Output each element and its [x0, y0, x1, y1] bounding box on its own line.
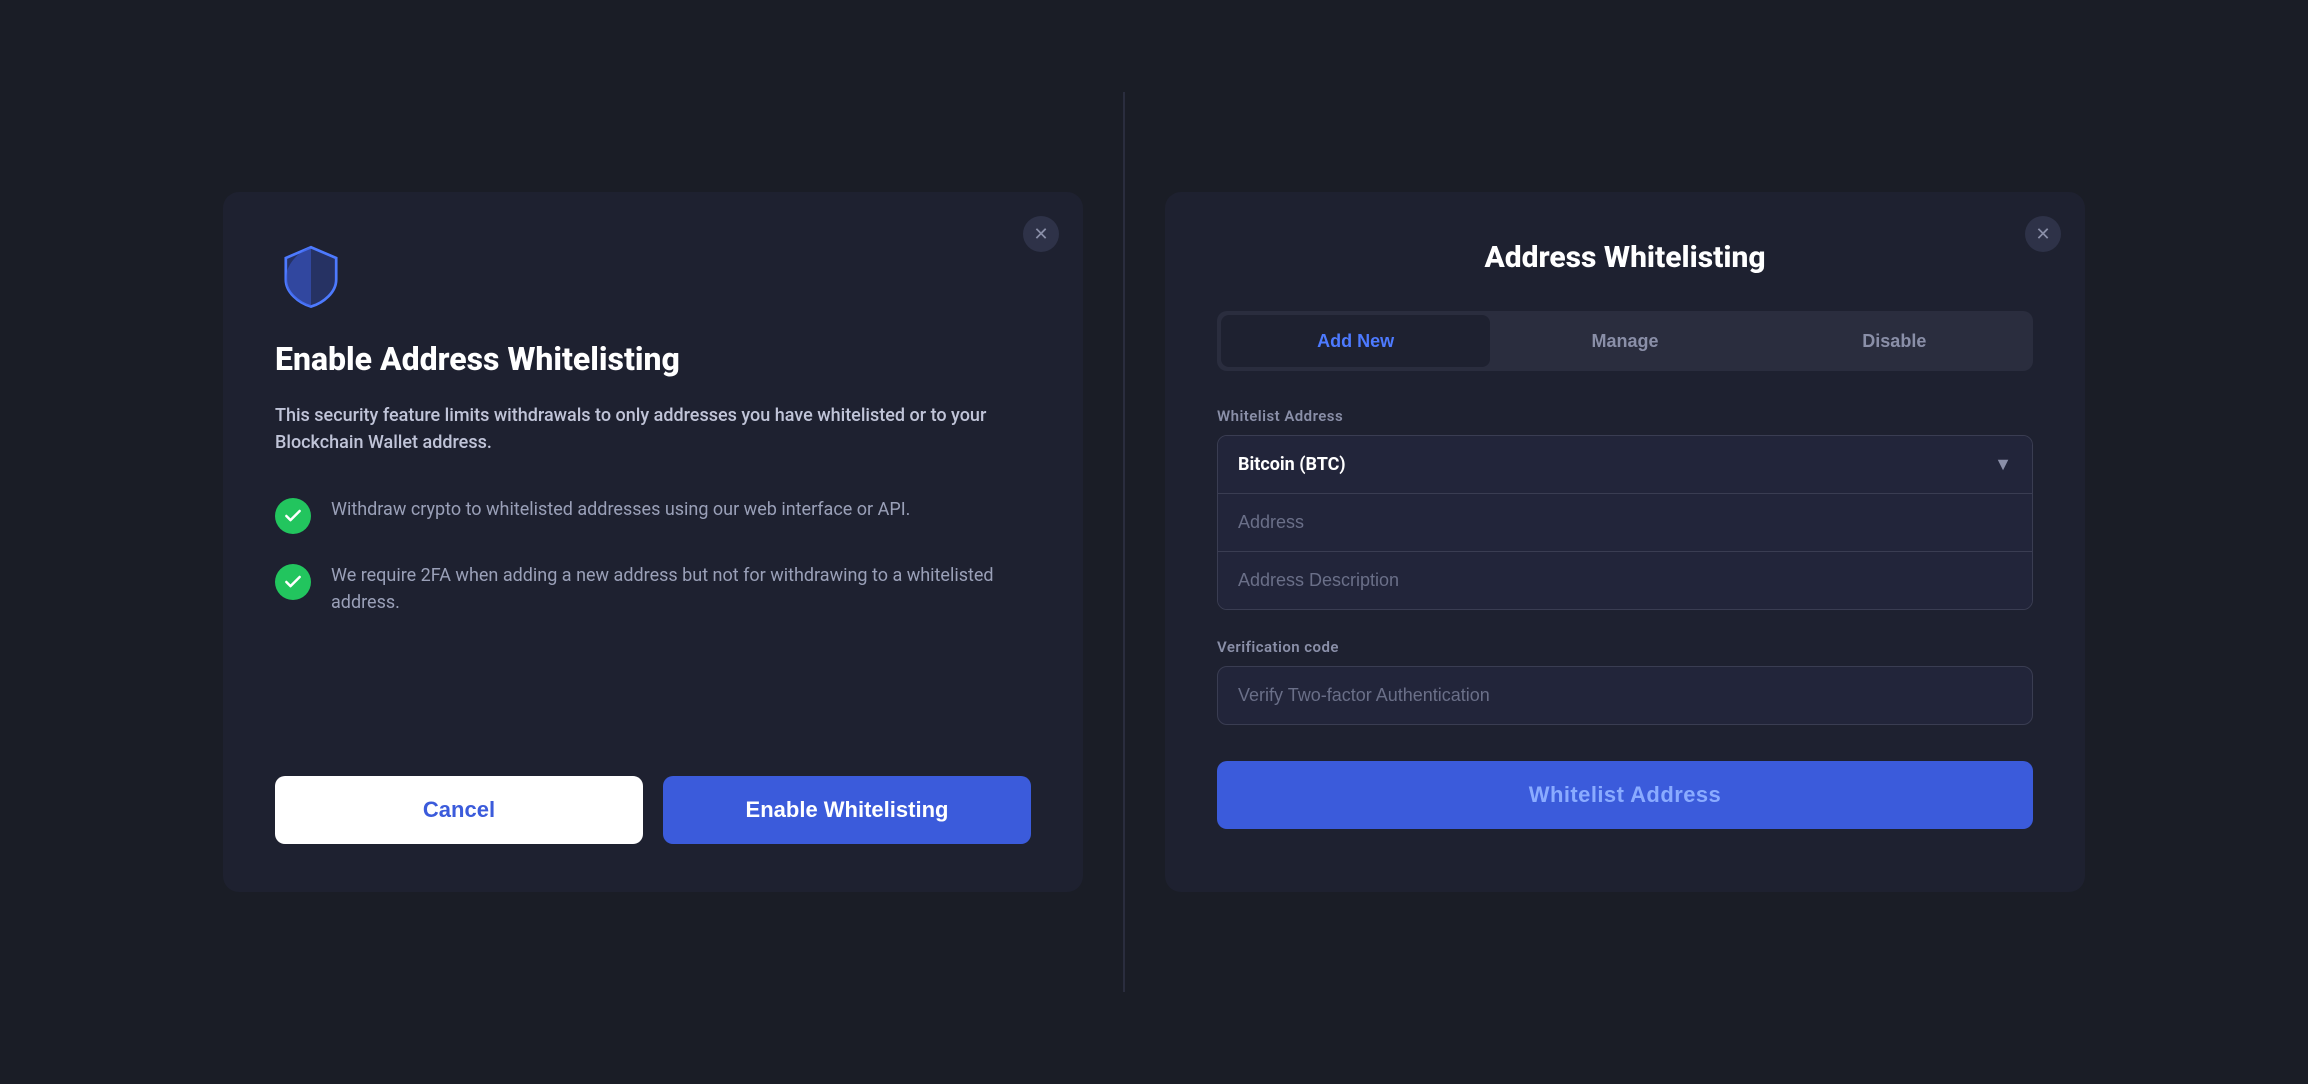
address-form-group: Bitcoin (BTC) ▼ — [1217, 435, 2033, 610]
verification-code-input[interactable] — [1238, 685, 2012, 706]
tab-manage[interactable]: Manage — [1490, 315, 1759, 367]
tab-bar: Add New Manage Disable — [1217, 311, 2033, 371]
currency-select[interactable]: Bitcoin (BTC) ▼ — [1218, 436, 2032, 494]
dropdown-arrow-icon: ▼ — [1994, 454, 2012, 475]
address-whitelisting-modal: ✕ Address Whitelisting Add New Manage Di… — [1165, 192, 2085, 892]
whitelist-address-label: Whitelist Address — [1217, 407, 2033, 425]
verification-input-row[interactable] — [1217, 666, 2033, 725]
feature-item-2: We require 2FA when adding a new address… — [275, 562, 1031, 616]
right-modal-title: Address Whitelisting — [1217, 240, 2033, 275]
whitelist-address-button[interactable]: Whitelist Address — [1217, 761, 2033, 829]
features-list: Withdraw crypto to whitelisted addresses… — [275, 496, 1031, 720]
shield-icon — [275, 240, 1031, 316]
modal-description: This security feature limits withdrawals… — [275, 402, 1031, 456]
enable-whitelisting-button[interactable]: Enable Whitelisting — [663, 776, 1031, 844]
tab-disable[interactable]: Disable — [1760, 315, 2029, 367]
address-input-row[interactable] — [1218, 494, 2032, 552]
panel-divider — [1123, 92, 1125, 992]
left-actions: Cancel Enable Whitelisting — [275, 776, 1031, 844]
check-icon-2 — [275, 564, 311, 600]
close-button-right[interactable]: ✕ — [2025, 216, 2061, 252]
feature-item-1: Withdraw crypto to whitelisted addresses… — [275, 496, 1031, 534]
modal-title: Enable Address Whitelisting — [275, 340, 1031, 378]
currency-label: Bitcoin (BTC) — [1238, 454, 1994, 475]
tab-add-new[interactable]: Add New — [1221, 315, 1490, 367]
enable-whitelisting-modal: ✕ Enable Address Whitelisting This secur… — [223, 192, 1083, 892]
feature-text-2: We require 2FA when adding a new address… — [331, 562, 1031, 616]
check-icon-1 — [275, 498, 311, 534]
cancel-button[interactable]: Cancel — [275, 776, 643, 844]
address-description-input[interactable] — [1238, 570, 2012, 591]
feature-text-1: Withdraw crypto to whitelisted addresses… — [331, 496, 910, 523]
close-button[interactable]: ✕ — [1023, 216, 1059, 252]
verification-label: Verification code — [1217, 638, 2033, 656]
address-input[interactable] — [1238, 512, 2012, 533]
address-description-input-row[interactable] — [1218, 552, 2032, 609]
